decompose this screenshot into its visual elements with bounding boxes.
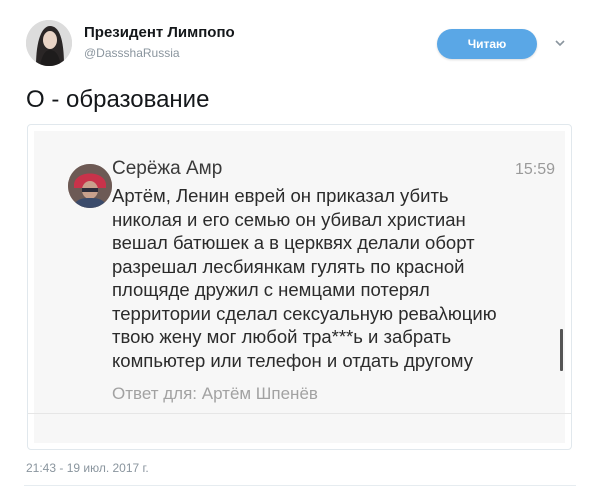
message-body: Артём, Ленин еврей он приказал убить ник… [112,185,497,371]
author-avatar[interactable] [26,20,72,66]
divider [24,485,576,486]
message-avatar [68,164,112,208]
card-divider [28,413,571,414]
tweet-timestamp[interactable]: 21:43 - 19 июл. 2017 г. [26,461,149,475]
follow-button[interactable]: Читаю [437,29,537,59]
author-name[interactable]: Президент Лимпопо [84,24,235,41]
author-handle[interactable]: @DassshaRussia [84,46,180,60]
message-sender: Серёжа Амр [112,158,223,179]
embedded-screenshot[interactable]: Серёжа Амр 15:59 Артём, Ленин еврей он п… [27,124,572,450]
tweet-text: О - образование [26,86,210,113]
scrollbar [560,329,563,371]
tweet: Президент Лимпопо @DassshaRussia Читаю О… [0,0,600,495]
message-reply-to: Ответ для: Артём Шпенёв [112,384,318,403]
author-avatar-image [26,20,72,66]
chevron-down-icon[interactable] [553,36,567,50]
screenshot-area: Серёжа Амр 15:59 Артём, Ленин еврей он п… [34,131,565,443]
message-time: 15:59 [515,161,556,178]
